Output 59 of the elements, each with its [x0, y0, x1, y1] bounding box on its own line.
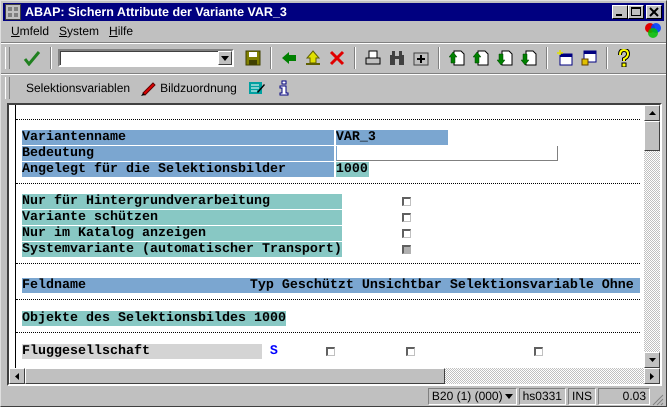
checkbox[interactable]: [326, 347, 335, 356]
close-button[interactable]: [646, 5, 662, 19]
pencil-icon: [140, 80, 156, 96]
toolbar-button[interactable]: Bildzuordnung: [138, 77, 239, 99]
system-field[interactable]: B20 (1) (000): [428, 388, 517, 404]
section-title: Objekte des Selektionsbildes 1000: [22, 311, 286, 326]
dropdown-icon: [504, 394, 513, 398]
scroll-down-button[interactable]: [644, 352, 660, 368]
checkbox[interactable]: [534, 347, 543, 356]
right-caret-icon: [650, 372, 654, 380]
scroll-up-button[interactable]: [644, 105, 660, 121]
field-value: 1000: [336, 162, 369, 177]
menu-item[interactable]: Hilfe: [109, 24, 134, 38]
option-label: Nur für Hintergrundverarbeitung: [22, 194, 342, 209]
checkbox[interactable]: [402, 229, 411, 238]
up-caret-icon: [648, 111, 656, 115]
scroll-thumb[interactable]: [644, 121, 660, 151]
app-icon: [5, 4, 21, 20]
column-header: Typ: [250, 278, 274, 293]
column-header: Ohne: [602, 278, 634, 293]
input-field[interactable]: [336, 146, 558, 161]
scroll-left-button[interactable]: [9, 368, 25, 384]
toolbar-button[interactable]: Selektionsvariablen: [24, 77, 132, 99]
vertical-scrollbar[interactable]: [644, 105, 660, 368]
column-header: Geschützt: [282, 278, 354, 293]
option-label: Nur im Katalog anzeigen: [22, 226, 342, 241]
time-field: 0.03: [598, 388, 650, 404]
checkbox[interactable]: [406, 347, 415, 356]
minimize-button[interactable]: [612, 5, 628, 19]
command-field[interactable]: [58, 49, 234, 67]
caret-icon: [221, 56, 229, 60]
dropdown-button[interactable]: [218, 51, 232, 65]
scroll-thumb[interactable]: [25, 368, 445, 384]
server-field: hs0331: [518, 388, 566, 404]
type-code: S: [270, 344, 278, 359]
size-grip-icon: [652, 394, 664, 406]
down-caret-icon: [648, 358, 656, 362]
column-header: Selektionsvariable: [450, 278, 594, 293]
mode-field: INS: [568, 388, 596, 404]
option-label: Systemvariante (automatischer Transport): [22, 242, 342, 257]
scroll-right-button[interactable]: [644, 368, 660, 384]
field-value: VAR_3: [336, 130, 448, 145]
checkbox[interactable]: [402, 213, 411, 222]
maximize-button[interactable]: [628, 5, 644, 19]
menu-item[interactable]: Umfeld: [11, 24, 50, 38]
field-label: Variantenname: [22, 130, 334, 145]
column-header: Unsichtbar: [362, 278, 442, 293]
checkbox[interactable]: [402, 197, 411, 206]
minimize-icon: [616, 14, 622, 16]
field-name: Fluggesellschaft: [22, 344, 262, 359]
window-title: ABAP: Sichern Attribute der Variante VAR_3: [25, 5, 288, 19]
field-label: Angelegt für die Selektionsbilder: [22, 162, 334, 177]
option-label: Variante schützen: [22, 210, 342, 225]
field-label: Bedeutung: [22, 146, 334, 161]
left-caret-icon: [15, 372, 19, 380]
column-header: Feldname: [22, 278, 87, 293]
menu-item[interactable]: System: [59, 24, 100, 38]
horizontal-scrollbar[interactable]: [9, 368, 660, 384]
colors-icon: [643, 21, 663, 41]
